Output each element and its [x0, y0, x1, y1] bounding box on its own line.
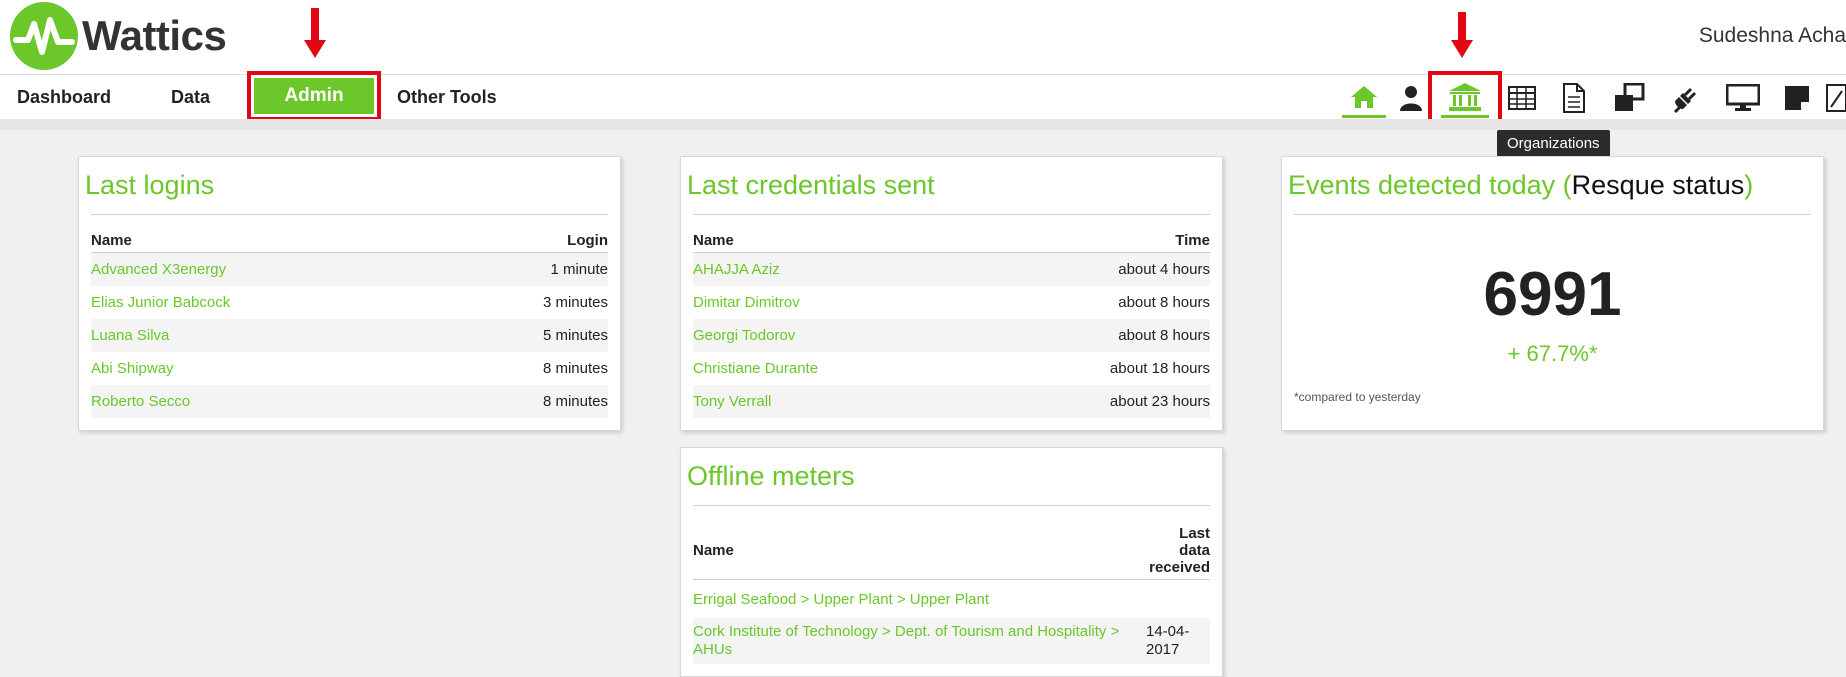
document-icon[interactable]: [1552, 79, 1596, 117]
nav-admin-highlight: Admin: [247, 71, 381, 121]
resque-status-label: Resque status: [1571, 170, 1745, 200]
table-icon[interactable]: [1500, 79, 1544, 117]
annotation-arrowhead-organizations: [1451, 40, 1473, 58]
col-last-line3: received: [1149, 559, 1210, 576]
user-link[interactable]: Dimitar Dimitrov: [693, 286, 980, 319]
nav-shadow-stripe: [0, 119, 1846, 130]
windows-icon[interactable]: [1607, 79, 1651, 117]
events-note: *compared to yesterday: [1294, 390, 1421, 404]
user-link[interactable]: Elias Junior Babcock: [91, 286, 443, 319]
sent-time: about 8 hours: [1118, 294, 1210, 311]
logo-wave-icon: [10, 2, 78, 70]
annotation-arrow-admin: [311, 8, 319, 42]
home-icon[interactable]: [1342, 79, 1386, 118]
nav-admin[interactable]: Admin: [254, 78, 374, 114]
divider: [693, 505, 1210, 506]
table-row: AHAJJA Aziz about 4 hours: [693, 252, 1210, 286]
offline-meters-card: Offline meters Name Last data received Err…: [680, 447, 1223, 677]
col-name[interactable]: Name: [91, 229, 444, 253]
user-link[interactable]: Abi Shipway: [91, 352, 443, 385]
meter-link[interactable]: Errigal Seafood > Upper Plant > Upper Pl…: [693, 580, 1140, 619]
user-link[interactable]: Christiane Durante: [693, 352, 980, 385]
meter-date: [1140, 580, 1210, 619]
col-name[interactable]: Name: [693, 522, 1140, 580]
sticky-note-icon[interactable]: [1775, 79, 1819, 117]
events-title: Events detected today (Resque status): [1288, 170, 1823, 201]
wattics-logo[interactable]: Wattics: [10, 2, 227, 70]
edit-icon[interactable]: [1826, 79, 1846, 117]
user-name[interactable]: Sudeshna Acha: [1699, 24, 1846, 48]
monitor-icon[interactable]: [1721, 79, 1765, 117]
user-link[interactable]: Georgi Todorov: [693, 319, 981, 352]
table-row: Tony Verrall about 23 hours: [693, 385, 1210, 418]
nav-other-tools[interactable]: Other Tools: [397, 75, 497, 119]
organizations-tooltip: Organizations: [1497, 130, 1610, 157]
table-row: Dimitar Dimitrov about 8 hours: [693, 286, 1210, 319]
divider: [693, 214, 1210, 215]
col-name[interactable]: Name: [693, 229, 981, 253]
table-row: Abi Shipway 8 minutes: [91, 352, 608, 385]
table-row: Roberto Secco 8 minutes: [91, 385, 608, 418]
table-row: Georgi Todorov about 8 hours: [693, 319, 1210, 352]
annotation-arrowhead-admin: [304, 40, 326, 58]
divider: [1294, 214, 1811, 215]
last-logins-table: Name Login Advanced X3energy 1 minute El…: [91, 229, 608, 418]
events-count: 6991: [1483, 260, 1622, 329]
user-link[interactable]: Advanced X3energy: [91, 252, 444, 286]
app-name: Wattics: [82, 12, 227, 59]
meter-link[interactable]: Cork Institute of Technology > Dept. of …: [693, 618, 1140, 664]
events-title-prefix: Events detected today (: [1288, 170, 1572, 200]
last-logins-title: Last logins: [85, 170, 215, 200]
last-credentials-title: Last credentials sent: [687, 170, 935, 200]
events-card: Events detected today (Resque status) 69…: [1281, 156, 1824, 431]
col-login[interactable]: Login: [443, 229, 608, 253]
login-time: 1 minute: [443, 252, 608, 286]
sent-time: about 23 hours: [980, 385, 1210, 418]
last-credentials-card: Last credentials sent Name Time AHAJJA A…: [680, 156, 1223, 431]
nav-dashboard[interactable]: Dashboard: [17, 75, 111, 119]
table-row: Elias Junior Babcock 3 minutes: [91, 286, 608, 319]
sent-time: about 8 hours: [980, 319, 1210, 352]
nav-data[interactable]: Data: [171, 75, 210, 119]
user-link[interactable]: AHAJJA Aziz: [693, 252, 981, 286]
login-time: 8 minutes: [443, 385, 608, 418]
col-last-data-received[interactable]: Last data received: [1140, 522, 1210, 580]
table-row: Errigal Seafood > Upper Plant > Upper Pl…: [693, 580, 1210, 619]
main-nav: Dashboard Data Admin Other Tools: [0, 71, 1846, 127]
table-row: Luana Silva 5 minutes: [91, 319, 608, 352]
offline-meters-title: Offline meters: [687, 461, 855, 491]
table-row: Christiane Durante about 18 hours: [693, 352, 1210, 385]
events-title-suffix: ): [1744, 170, 1754, 200]
divider: [91, 214, 608, 215]
plug-icon[interactable]: [1663, 79, 1707, 117]
meter-date: 14-04-2017: [1140, 618, 1210, 664]
organizations-icon[interactable]: [1441, 79, 1489, 118]
table-row: Advanced X3energy 1 minute: [91, 252, 608, 286]
top-bar: Wattics Sudeshna Acha: [0, 0, 1846, 74]
user-link[interactable]: Roberto Secco: [91, 385, 444, 418]
col-last-line2: data: [1179, 542, 1210, 559]
events-change: + 67.7%*: [1507, 341, 1598, 366]
user-link[interactable]: Tony Verrall: [693, 385, 981, 418]
annotation-arrow-organizations: [1458, 12, 1466, 42]
last-credentials-table: Name Time AHAJJA Aziz about 4 hours Dimi…: [693, 229, 1210, 418]
login-time: 8 minutes: [542, 360, 608, 377]
login-time: 5 minutes: [443, 319, 608, 352]
table-row: Cork Institute of Technology > Dept. of …: [693, 618, 1210, 664]
col-last-line1: Last: [1179, 525, 1210, 542]
user-icon[interactable]: [1389, 79, 1433, 117]
user-link[interactable]: Luana Silva: [91, 319, 444, 352]
last-logins-card: Last logins Name Login Advanced X3energy…: [78, 156, 621, 431]
sent-time: about 4 hours: [980, 252, 1210, 286]
offline-meters-table: Name Last data received Errigal Seafood > …: [693, 522, 1210, 664]
col-time[interactable]: Time: [980, 229, 1210, 253]
sent-time: about 18 hours: [1109, 360, 1210, 377]
login-time: 3 minutes: [542, 294, 608, 311]
